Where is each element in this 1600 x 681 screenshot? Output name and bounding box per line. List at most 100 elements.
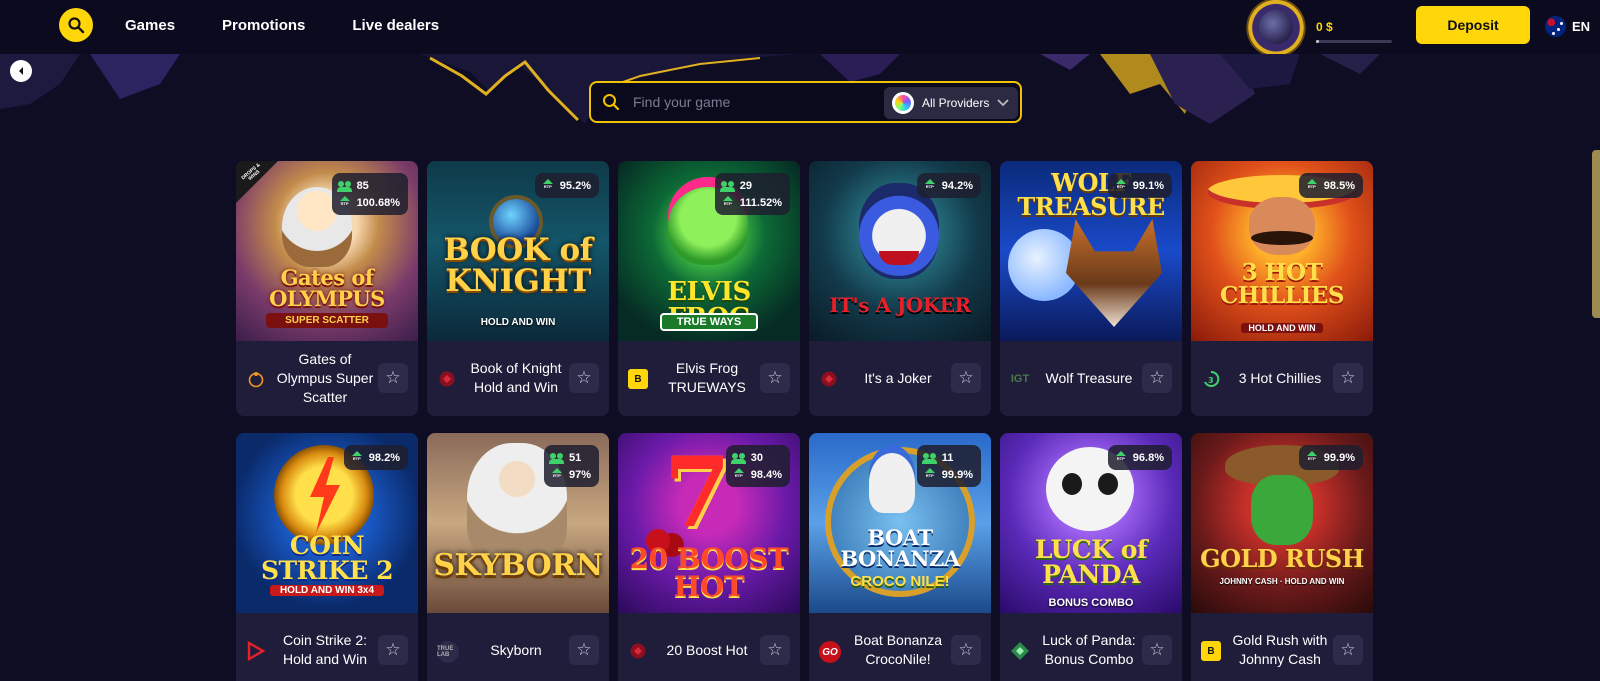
game-name[interactable]: Book of Knight Hold and Win — [461, 359, 571, 397]
main-nav: Games Promotions Live dealers — [125, 0, 439, 50]
game-art-title: Gates of OLYMPUS — [269, 265, 385, 311]
game-thumbnail[interactable]: COIN STRIKE 2 HOLD AND WIN 3x4 RTP 98.2% — [236, 433, 418, 613]
favorite-button[interactable]: ☆ — [1142, 363, 1172, 393]
game-stats-badge: RTP 95.2% — [534, 173, 599, 198]
favorite-button[interactable]: ☆ — [951, 635, 981, 665]
rtp-icon: RTP — [1114, 178, 1128, 193]
diamond-provider-icon — [1010, 641, 1030, 661]
game-card[interactable]: BOOK of KNIGHT HOLD AND WIN RTP 95.2% Boo… — [427, 161, 609, 416]
rtp-value: 99.9% — [1323, 451, 1355, 464]
game-card[interactable]: ELVIS FROG TRUE WAYS 29 RTP111.52% B Elv… — [618, 161, 800, 416]
rtp-value: 98.2% — [368, 451, 400, 464]
game-card[interactable]: GOLD RUSH JOHNNY CASH · HOLD AND WIN RTP… — [1191, 433, 1373, 681]
red-provider-icon — [437, 369, 457, 389]
favorite-button[interactable]: ☆ — [951, 363, 981, 393]
players-icon — [730, 452, 746, 464]
game-info: It's a Joker ☆ — [809, 341, 991, 416]
nav-live-dealers[interactable]: Live dealers — [352, 17, 439, 34]
rtp-icon: RTP — [350, 450, 364, 465]
favorite-button[interactable]: ☆ — [569, 635, 599, 665]
igt-icon: IGT — [1010, 373, 1030, 385]
game-name[interactable]: Elvis Frog TRUEWAYS — [652, 359, 762, 397]
providers-logo-icon — [892, 92, 914, 114]
game-name[interactable]: Coin Strike 2: Hold and Win — [270, 631, 380, 669]
page-scrollbar[interactable] — [1592, 150, 1600, 318]
providers-dropdown[interactable]: All Providers — [884, 87, 1018, 119]
game-card[interactable]: WOLF TREASURE RTP 99.1% IGT Wolf Treasure… — [1000, 161, 1182, 416]
game-card[interactable]: IT's A JOKER RTP 94.2% It's a Joker ☆ — [809, 161, 991, 416]
game-thumbnail[interactable]: ELVIS FROG TRUE WAYS 29 RTP111.52% — [618, 161, 800, 341]
game-card[interactable]: COIN STRIKE 2 HOLD AND WIN 3x4 RTP 98.2% … — [236, 433, 418, 681]
game-stats-badge: 29 RTP 111.52% — [714, 173, 790, 215]
favorite-button[interactable]: ☆ — [569, 363, 599, 393]
game-thumbnail[interactable]: DROPS & WINS Gates of OLYMPUS SUPER SCAT… — [236, 161, 418, 341]
game-character-illustration — [1249, 197, 1315, 255]
game-thumbnail[interactable]: BOOK of KNIGHT HOLD AND WIN RTP 95.2% — [427, 161, 609, 341]
game-thumbnail[interactable]: BOAT BONANZA CROCO NILE! 11 RTP 99.9% — [809, 433, 991, 613]
rtp-value: 99.9% — [941, 468, 973, 481]
bgaming-icon: B — [1201, 641, 1221, 661]
favorite-button[interactable]: ☆ — [760, 363, 790, 393]
game-info: Luck of Panda: Bonus Combo ☆ — [1000, 613, 1182, 681]
star-icon: ☆ — [576, 640, 592, 659]
game-thumbnail[interactable]: 3 HOT CHILLIES HOLD AND WIN RTP 98.5% — [1191, 161, 1373, 341]
game-thumbnail[interactable]: WOLF TREASURE RTP 99.1% — [1000, 161, 1182, 341]
game-thumbnail[interactable]: 7 20 BOOST HOT 30 RTP 98.4% — [618, 433, 800, 613]
game-art-title: IT's A JOKER — [829, 293, 971, 317]
game-stats-badge: RTP 99.9% — [1298, 445, 1363, 470]
game-character-illustration — [1066, 219, 1162, 327]
rtp-value: 98.5% — [1323, 179, 1355, 192]
game-name[interactable]: Wolf Treasure — [1034, 369, 1144, 388]
game-card[interactable]: SKYBORN 51 RTP 97% TRUE LAB Skyborn ☆ — [427, 433, 609, 681]
game-name[interactable]: 3 Hot Chillies — [1225, 369, 1335, 388]
game-card[interactable]: 7 20 BOOST HOT 30 RTP 98.4% 20 Boost Hot … — [618, 433, 800, 681]
level-progress-bar — [1316, 40, 1392, 43]
players-count: 30 — [750, 451, 764, 464]
game-art-subtitle: HOLD AND WIN — [1241, 323, 1323, 333]
game-name[interactable]: Gates of Olympus Super Scatter — [270, 350, 380, 407]
game-card[interactable]: BOAT BONANZA CROCO NILE! 11 RTP 99.9% GO … — [809, 433, 991, 681]
game-name[interactable]: Luck of Panda: Bonus Combo — [1034, 631, 1144, 669]
go-provider-icon: GO — [819, 641, 841, 663]
language-selector[interactable]: EN — [1545, 16, 1590, 37]
game-name[interactable]: Boat Bonanza CrocoNile! — [843, 631, 953, 669]
favorite-button[interactable]: ☆ — [760, 635, 790, 665]
game-card[interactable]: LUCK of PANDA BONUS COMBO RTP 96.8% Luck … — [1000, 433, 1182, 681]
search-button[interactable] — [59, 8, 93, 42]
game-name[interactable]: It's a Joker — [843, 369, 953, 388]
game-thumbnail[interactable]: LUCK of PANDA BONUS COMBO RTP 96.8% — [1000, 433, 1182, 613]
game-card[interactable]: 3 HOT CHILLIES HOLD AND WIN RTP 98.5% 3 3… — [1191, 161, 1373, 416]
game-info: GO Boat Bonanza CrocoNile! ☆ — [809, 613, 991, 681]
game-name[interactable]: Skyborn — [461, 641, 571, 660]
game-thumbnail[interactable]: SKYBORN 51 RTP 97% — [427, 433, 609, 613]
game-art-title: LUCK of PANDA — [1034, 535, 1148, 589]
game-art-subtitle: CROCO NILE! — [850, 573, 950, 590]
true-lab-icon: TRUE LAB — [437, 641, 459, 663]
rtp-value: 96.8% — [1132, 451, 1164, 464]
favorite-button[interactable]: ☆ — [1333, 635, 1363, 665]
game-name[interactable]: Gold Rush with Johnny Cash — [1225, 631, 1335, 669]
favorite-button[interactable]: ☆ — [1333, 363, 1363, 393]
game-art-title: 3 HOT CHILLIES — [1219, 259, 1345, 309]
game-thumbnail[interactable]: GOLD RUSH JOHNNY CASH · HOLD AND WIN RTP… — [1191, 433, 1373, 613]
favorite-button[interactable]: ☆ — [378, 635, 408, 665]
nav-promotions[interactable]: Promotions — [222, 17, 305, 34]
deposit-button[interactable]: Deposit — [1416, 6, 1530, 44]
game-art-subtitle: HOLD AND WIN 3x4 — [270, 585, 384, 596]
game-art-subtitle: HOLD AND WIN — [480, 317, 556, 328]
nav-games[interactable]: Games — [125, 17, 175, 34]
panda-eyes-illustration — [1062, 473, 1082, 495]
players-icon — [548, 452, 564, 464]
game-thumbnail[interactable]: IT's A JOKER RTP 94.2% — [809, 161, 991, 341]
favorite-button[interactable]: ☆ — [1142, 635, 1172, 665]
game-search-input[interactable] — [633, 91, 883, 113]
rtp-value: 111.52% — [739, 196, 782, 209]
game-info: 20 Boost Hot ☆ — [618, 613, 800, 681]
game-card[interactable]: DROPS & WINS Gates of OLYMPUS SUPER SCAT… — [236, 161, 418, 416]
game-name[interactable]: 20 Boost Hot — [652, 641, 762, 660]
star-icon: ☆ — [767, 640, 783, 659]
rtp-icon: RTP — [923, 178, 937, 193]
sidebar-toggle-button[interactable] — [10, 60, 32, 82]
favorite-button[interactable]: ☆ — [378, 363, 408, 393]
game-art-subtitle: TRUE WAYS — [660, 313, 758, 331]
